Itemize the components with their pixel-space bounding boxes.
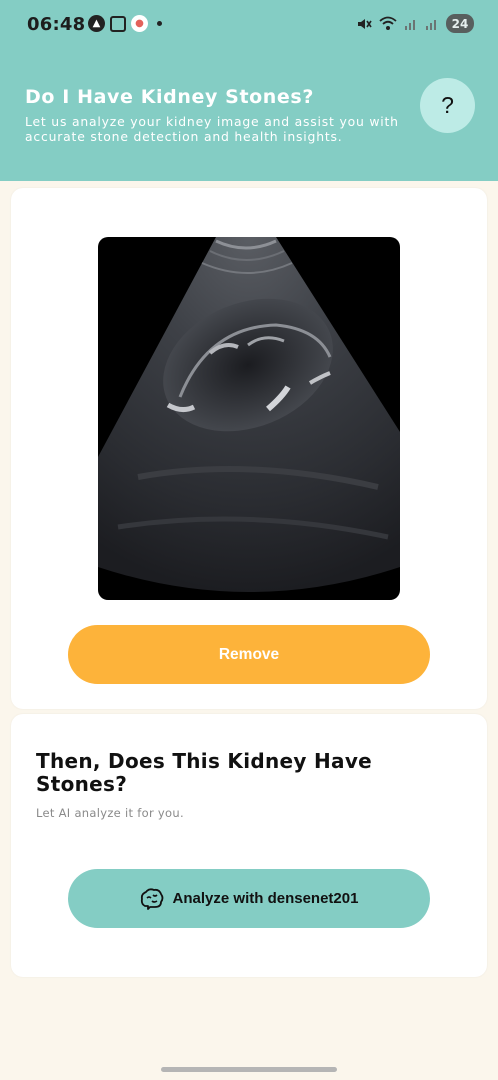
- remove-button[interactable]: Remove: [68, 625, 430, 684]
- status-time: 06:48: [27, 14, 86, 35]
- battery-indicator: 24: [446, 14, 474, 33]
- analyze-card: Then, Does This Kidney Have Stones? Let …: [11, 714, 487, 977]
- mute-icon: [358, 18, 372, 29]
- navigation-icon: ▲: [88, 15, 105, 32]
- status-right-icons: 24: [356, 14, 474, 33]
- app-notification-icon: ●: [131, 15, 148, 32]
- screenshot-icon: [110, 15, 126, 32]
- header: 06:48 ▲ ● 24 Do I Have Kidney Stones? Le…: [0, 0, 498, 181]
- analyze-button-label: Analyze with densenet201: [172, 890, 359, 907]
- image-card: Remove: [11, 188, 487, 709]
- wifi-icon: [379, 16, 397, 30]
- analyze-title: Then, Does This Kidney Have Stones?: [36, 749, 373, 796]
- kidney-ultrasound-image: [98, 237, 400, 600]
- status-left-icons: ▲ ●: [88, 15, 162, 32]
- analyze-button[interactable]: Analyze with densenet201: [68, 869, 430, 928]
- page-subtitle: Let us analyze your kidney image and ass…: [25, 114, 399, 144]
- signal-icon: [426, 19, 436, 30]
- status-bar: 06:48 ▲ ● 24: [0, 0, 498, 52]
- analyze-subtitle: Let AI analyze it for you.: [36, 806, 184, 820]
- page-title: Do I Have Kidney Stones?: [25, 86, 314, 108]
- home-indicator[interactable]: [161, 1067, 337, 1072]
- brain-icon: [140, 887, 163, 910]
- help-button[interactable]: ?: [420, 78, 475, 133]
- signal-icon: [405, 19, 415, 30]
- more-notifications-dot: [157, 21, 162, 26]
